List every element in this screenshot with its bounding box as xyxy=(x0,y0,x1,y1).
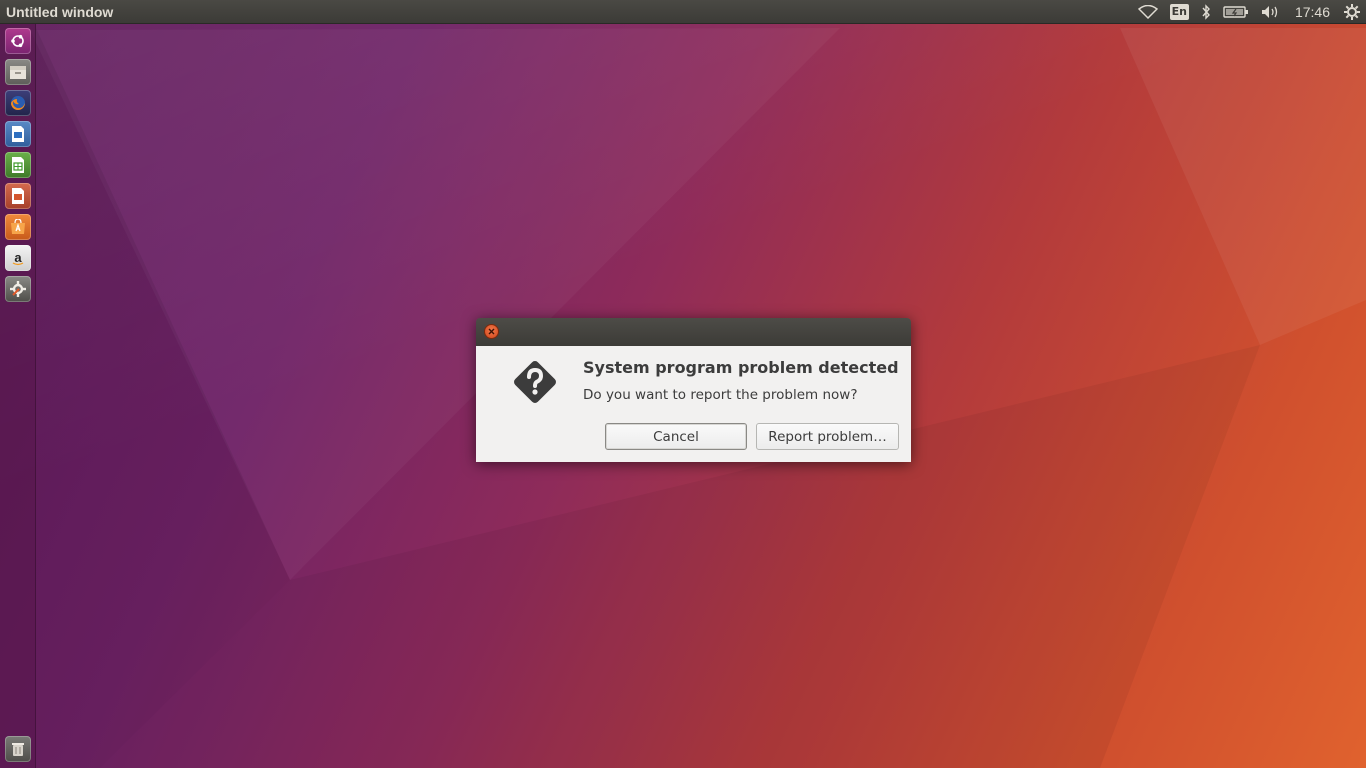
firefox-icon[interactable] xyxy=(5,90,31,116)
dialog-body: System program problem detected Do you w… xyxy=(476,346,911,462)
keyboard-layout-indicator[interactable]: En xyxy=(1164,0,1195,24)
dialog-message: Do you want to report the problem now? xyxy=(583,387,858,403)
writer-icon[interactable] xyxy=(5,121,31,147)
software-center-icon[interactable] xyxy=(5,214,31,240)
question-diamond-icon xyxy=(514,361,556,403)
keyboard-layout-label: En xyxy=(1169,3,1189,20)
dialog-titlebar[interactable] xyxy=(476,318,911,346)
bluetooth-icon[interactable] xyxy=(1195,0,1217,24)
clock[interactable]: 17:46 xyxy=(1287,0,1338,24)
calc-icon[interactable] xyxy=(5,152,31,178)
cancel-button[interactable]: Cancel xyxy=(605,423,747,450)
settings-icon[interactable] xyxy=(5,276,31,302)
svg-text:a: a xyxy=(14,250,22,265)
indicator-area: En 17:46 xyxy=(1132,0,1366,24)
dialog-title: System program problem detected xyxy=(583,358,899,377)
session-gear-icon[interactable] xyxy=(1338,0,1366,24)
volume-icon[interactable] xyxy=(1255,0,1287,24)
problem-report-dialog: System program problem detected Do you w… xyxy=(476,318,911,462)
wifi-icon[interactable] xyxy=(1132,0,1164,24)
battery-icon[interactable] xyxy=(1217,0,1255,24)
amazon-icon[interactable]: a xyxy=(5,245,31,271)
launcher: a xyxy=(0,24,36,768)
ubuntu-logo-icon[interactable] xyxy=(5,28,31,54)
close-icon xyxy=(488,328,495,335)
top-panel: Untitled window En 17:46 xyxy=(0,0,1366,24)
impress-icon[interactable] xyxy=(5,183,31,209)
close-button[interactable] xyxy=(484,324,499,339)
window-title: Untitled window xyxy=(6,3,114,20)
report-problem-button[interactable]: Report problem… xyxy=(756,423,899,450)
file-manager-icon[interactable] xyxy=(5,59,31,85)
trash-icon[interactable] xyxy=(5,736,31,762)
